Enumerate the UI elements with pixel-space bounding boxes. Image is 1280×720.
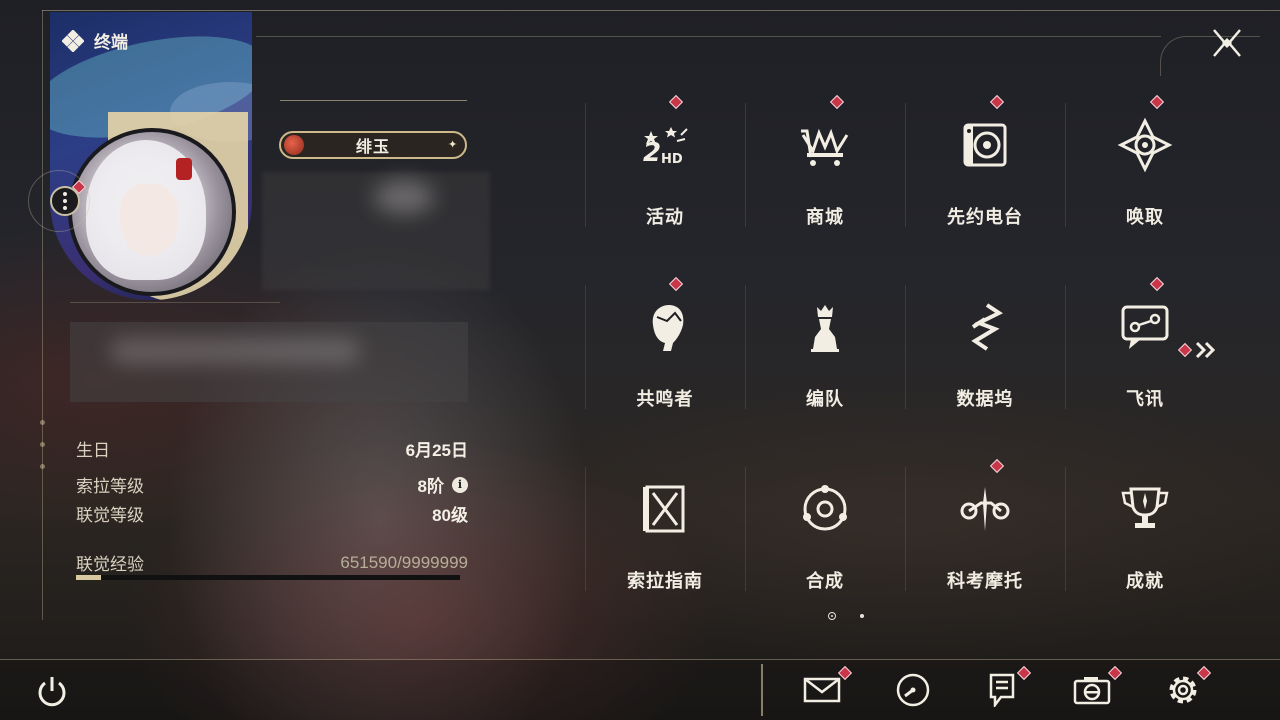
stat-birthday: 生日 6月25日 [76,436,468,461]
menu-item-achievements[interactable]: 成就 [1065,459,1225,599]
mail-button[interactable] [802,670,842,710]
stat-label: 生日 [76,441,110,460]
menu-item-motorbike[interactable]: 科考摩托 [905,459,1065,599]
menu-item-label: 共鸣者 [636,389,694,409]
stat-value: 80级 [432,506,468,525]
data-bank-icon [957,299,1013,355]
trophy-icon [1117,481,1173,537]
nameplate-avatar [284,135,304,155]
synthesis-icon [797,481,853,537]
page-dot[interactable] [860,614,864,618]
resonator-head-icon [637,299,693,355]
menu-item-data-bank[interactable]: 数据坞 [905,277,1065,417]
svg-text:2: 2 [643,138,661,168]
stat-union-exp: 联觉经验 651590/9999999 [76,550,468,575]
camera-button[interactable] [1072,670,1112,710]
stat-sol-rank: 索拉等级 8阶 i [76,472,468,497]
page-header: 终端 [62,28,128,53]
page-title: 终端 [94,33,128,52]
menu-item-radio[interactable]: 先约电台 [905,95,1065,235]
next-page-button[interactable] [1177,340,1218,360]
stat-label: 索拉等级 [76,477,144,496]
frame-top-line [42,10,1280,11]
blurred-info-panel [262,172,490,290]
radio-icon [957,117,1013,173]
page-indicator [828,612,864,620]
close-button[interactable] [1208,24,1246,62]
menu-item-label: 唤取 [1126,207,1164,227]
sparkle-icon: ✦ [448,139,458,151]
convene-compass-icon [1117,117,1173,173]
stat-value-group: 8阶 i [418,472,468,497]
stat-value: 6月25日 [405,441,468,460]
settings-gear-icon [1169,676,1197,704]
menu-item-label: 飞讯 [1126,389,1164,409]
guidebook-icon [637,481,693,537]
motorbike-icon [957,481,1013,537]
menu-item-label: 合成 [806,571,844,591]
double-chevron-right-icon [1195,341,1216,359]
more-options-button[interactable] [50,186,80,216]
menu-item-team[interactable]: 编队 [745,277,905,417]
stat-value: 651590/9999999 [340,552,468,572]
close-icon [1213,29,1241,57]
menu-item-label: 编队 [806,389,844,409]
avatar[interactable] [68,128,236,296]
profile-divider [70,302,280,303]
shop-crown-cart-icon [797,117,853,173]
frame-inner-line [256,36,1161,37]
player-name: 绯玉 [355,139,390,156]
notice-icon [989,673,1015,707]
power-button[interactable] [33,673,71,711]
menu-item-events[interactable]: 2 HD 活动 [585,95,745,235]
info-icon[interactable]: i [452,476,468,493]
message-chat-icon [1117,299,1173,355]
player-nameplate: 绯玉 ✦ [279,131,467,159]
event-2hd-icon: 2 HD [637,117,693,173]
menu-item-convene[interactable]: 唤取 [1065,95,1225,235]
clock-button[interactable] [893,670,933,710]
menu-item-resonators[interactable]: 共鸣者 [585,277,745,417]
exp-progress-fill [76,575,101,580]
blurred-signature-panel [70,322,468,402]
frame-left-line [42,10,43,620]
menu-item-label: 商城 [806,207,844,227]
menu-item-shop[interactable]: 商城 [745,95,905,235]
clock-icon [896,673,930,707]
stat-union-level: 联觉等级 80级 [76,501,468,526]
svg-text:HD: HD [661,152,683,167]
power-icon [38,677,66,707]
terminal-logo-icon [62,29,84,52]
menu-item-label: 数据坞 [956,389,1014,409]
stat-label: 联觉等级 [76,506,144,525]
frame-decoration [38,420,46,470]
menu-item-synthesis[interactable]: 合成 [745,459,905,599]
menu-item-label: 先约电台 [947,207,1023,227]
page-dot-active[interactable] [828,612,836,620]
mail-icon [803,677,841,703]
menu-item-label: 科考摩托 [947,571,1023,591]
bottom-bar-divider [761,664,763,716]
notification-badge [1177,342,1193,358]
menu-item-guidebook[interactable]: 索拉指南 [585,459,745,599]
notice-button[interactable] [982,670,1022,710]
name-divider [280,100,467,101]
menu-item-label: 索拉指南 [627,571,703,591]
settings-button[interactable] [1163,670,1203,710]
menu-item-label: 成就 [1126,571,1164,591]
team-chess-icon [797,299,853,355]
stat-value: 8阶 [417,477,444,496]
camera-icon [1073,677,1111,705]
stat-label: 联觉经验 [76,555,144,574]
menu-item-label: 活动 [646,207,684,227]
exp-progress-bar [76,575,460,580]
